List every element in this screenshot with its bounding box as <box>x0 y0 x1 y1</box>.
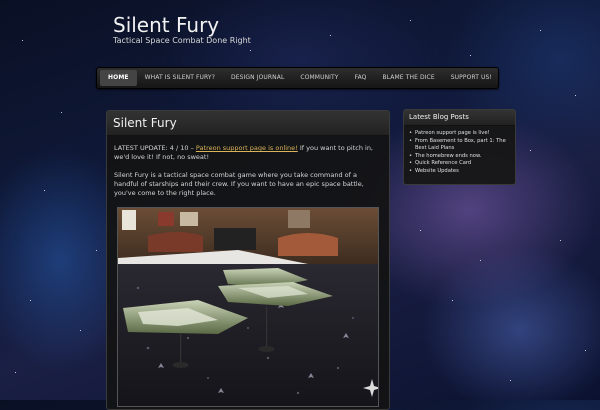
starship-miniatures-photo <box>117 207 379 407</box>
blog-post-link[interactable]: Patreon support page is live! <box>409 130 511 138</box>
site-description: Tactical Space Combat Done Right <box>113 36 251 45</box>
nav-item-community[interactable]: COMMUNITY <box>292 70 346 86</box>
blog-post-link[interactable]: Website Updates <box>409 168 511 176</box>
nav-item-design-journal[interactable]: DESIGN JOURNAL <box>223 70 292 86</box>
intro-paragraph: Silent Fury is a tactical space combat g… <box>114 170 364 198</box>
update-prefix: LATEST UPDATE: 4 / 10 – <box>114 144 196 152</box>
nav-item-faq[interactable]: FAQ <box>347 70 375 86</box>
blog-post-link[interactable]: The homebrew ends now. <box>409 153 511 161</box>
nav-item-blame-the-dice[interactable]: BLAME THE DICE <box>375 70 443 86</box>
nav-item-home[interactable]: HOME <box>100 70 137 86</box>
nav-item-what-is-silent-fury[interactable]: WHAT IS SILENT FURY? <box>137 70 223 86</box>
blog-post-link[interactable]: From Basement to Box, part 1: The Best L… <box>409 138 511 153</box>
main-navigation: HOME WHAT IS SILENT FURY? DESIGN JOURNAL… <box>96 67 499 89</box>
post-title: Silent Fury <box>107 111 389 136</box>
latest-blog-posts-widget: Latest Blog Posts Patreon support page i… <box>403 109 516 185</box>
nav-item-support-us[interactable]: SUPPORT US! <box>443 70 500 86</box>
main-content-panel: Silent Fury LATEST UPDATE: 4 / 10 – Patr… <box>106 110 390 410</box>
patreon-link[interactable]: Patreon support page is online! <box>196 144 298 152</box>
latest-update-paragraph: LATEST UPDATE: 4 / 10 – Patreon support … <box>114 144 382 163</box>
blog-post-link[interactable]: Quick Reference Card <box>409 160 511 168</box>
widget-title: Latest Blog Posts <box>404 110 515 126</box>
site-title[interactable]: Silent Fury <box>113 13 219 37</box>
